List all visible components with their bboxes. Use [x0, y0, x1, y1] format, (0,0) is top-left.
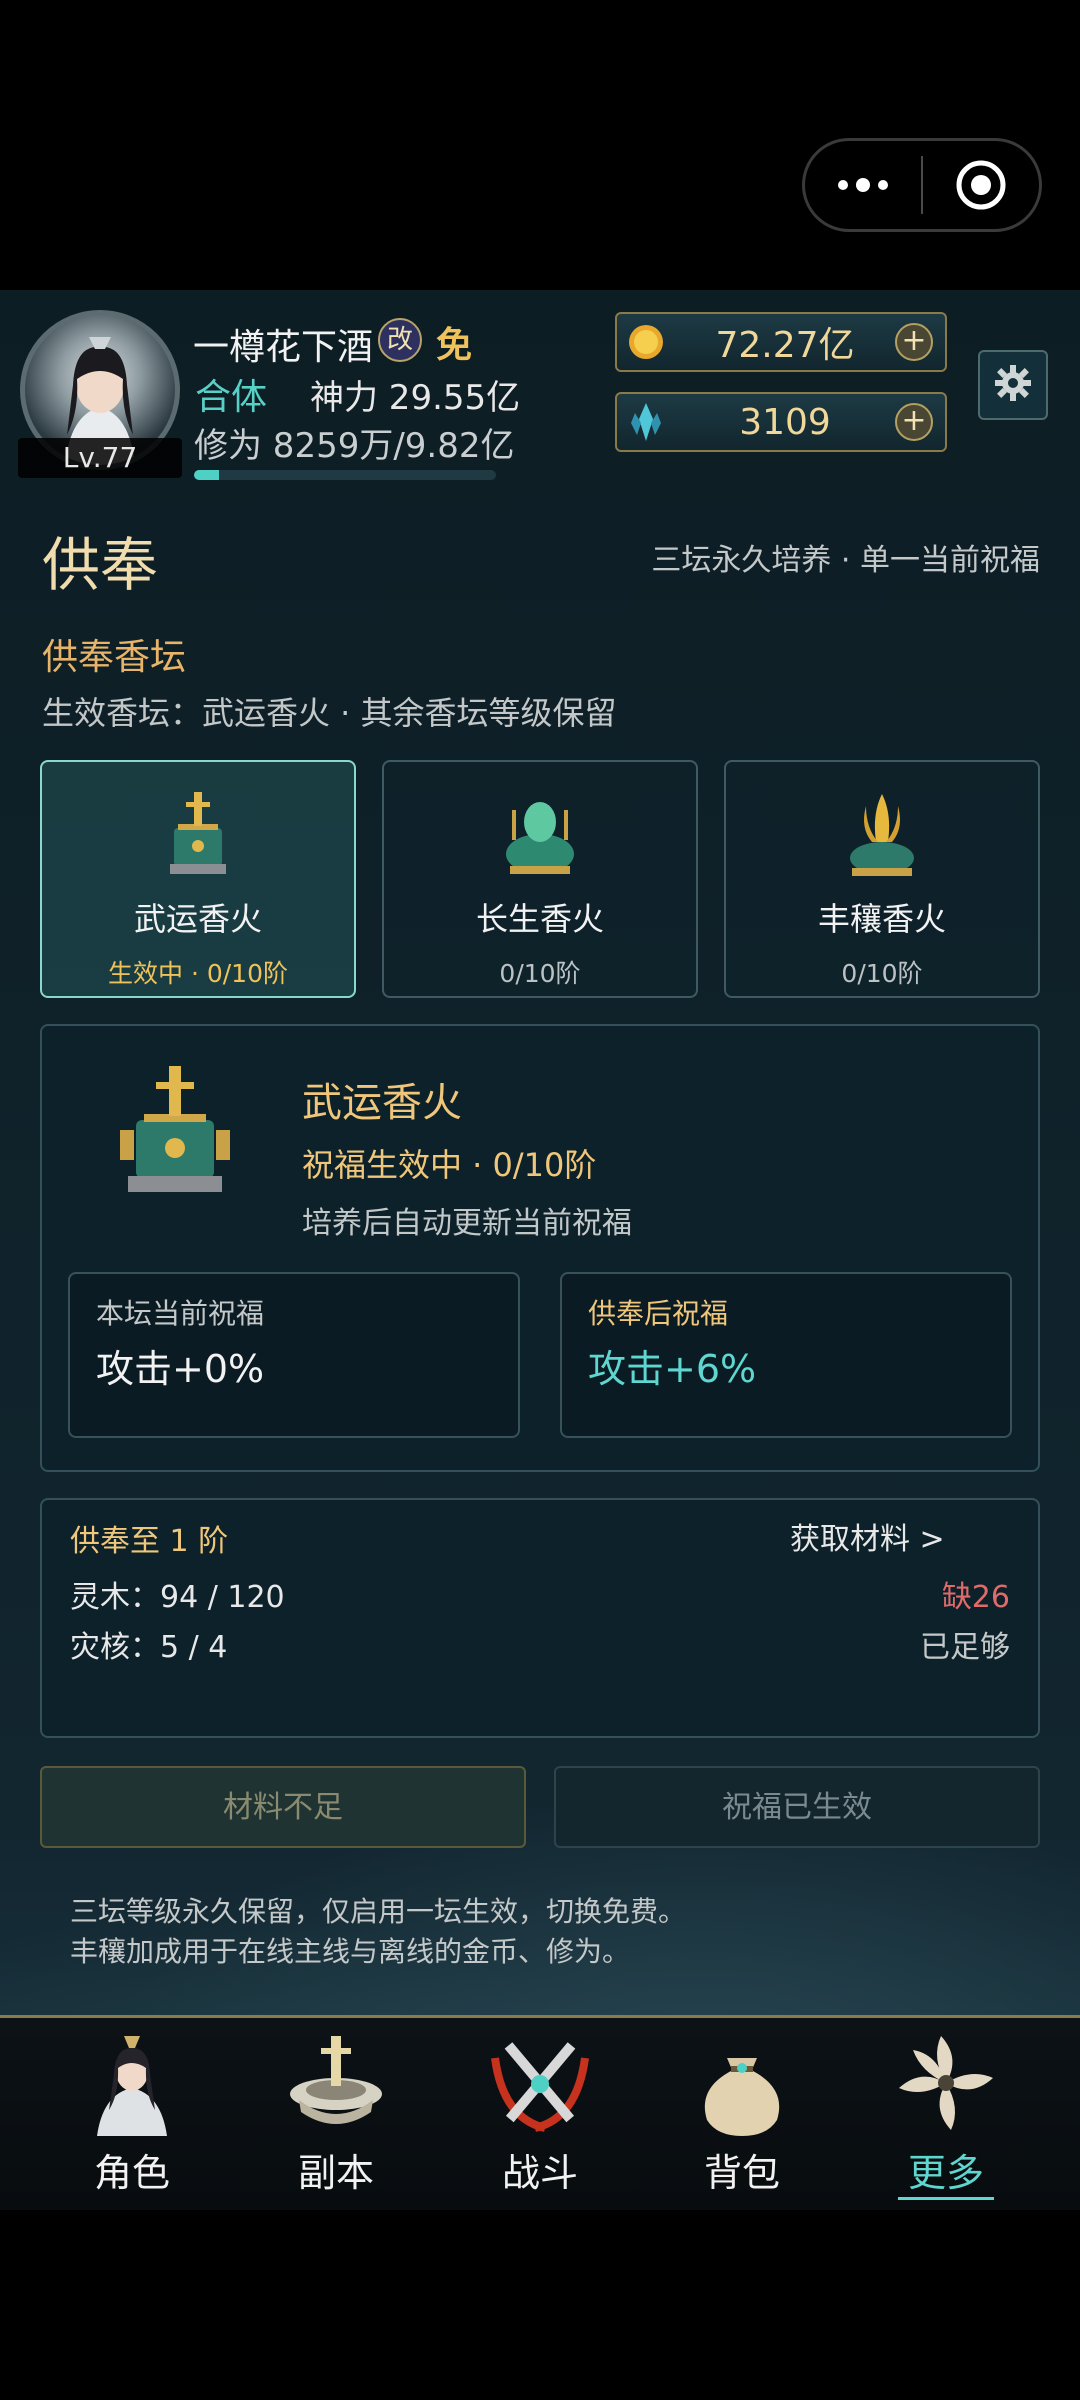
battle-icon [485, 2028, 595, 2138]
martial-censer-large-icon [110, 1060, 240, 1210]
longevity-censer-icon [490, 784, 590, 884]
player-level: Lv.77 [18, 438, 182, 478]
altar-card-martial[interactable]: 武运香火 生效中 · 0/10阶 [40, 760, 356, 998]
crystal-icon [617, 401, 675, 443]
footnote-line-1: 三坛等级永久保留，仅启用一坛生效，切换免费。 [70, 1895, 687, 1928]
harvest-censer-icon [832, 784, 932, 884]
after-blessing-box: 供奉后祝福 攻击+6% [560, 1272, 1012, 1438]
player-cultivation: 修为 8259万/9.82亿 [194, 426, 515, 466]
current-blessing-value: 攻击+0% [96, 1347, 265, 1391]
player-name: 一樽花下酒 [193, 327, 374, 368]
material-label: 灵木： [70, 1580, 160, 1615]
game-screen: Lv.77 一樽花下酒 改 免 合体 神力 29.55亿 修为 8259万/9.… [0, 290, 1080, 2210]
nav-label: 背包 [703, 2151, 780, 2195]
altar-name: 丰穰香火 [817, 900, 946, 938]
add-gold-button[interactable]: + [895, 323, 933, 361]
material-row-wood: 灵木：94 / 120 [70, 1572, 285, 1616]
settings-button[interactable] [978, 350, 1048, 420]
player-realm: 合体 [195, 377, 268, 418]
gold-resource: 72.27亿 + [615, 312, 947, 372]
detail-altar-status: 祝福生效中 · 0/10阶 [302, 1146, 597, 1184]
nav-label: 副本 [297, 2151, 374, 2195]
section-title: 供奉香坛 [42, 637, 187, 678]
after-blessing-label: 供奉后祝福 [588, 1297, 729, 1330]
nav-label: 更多 [846, 2142, 1046, 2200]
after-blessing-value: 攻击+6% [588, 1347, 757, 1391]
dungeon-icon [281, 2028, 391, 2138]
altar-card-longevity[interactable]: 长生香火 0/10阶 [382, 760, 698, 998]
effective-altar-text: 生效香坛：武运香火 · 其余香坛等级保留 [42, 694, 617, 732]
material-row-core: 灾核：5 / 4 [70, 1622, 227, 1666]
character-icon [77, 2028, 187, 2138]
material-count: 94 / 120 [160, 1580, 285, 1615]
altar-name: 长生香火 [475, 900, 604, 938]
free-badge: 免 [436, 325, 473, 366]
status-bar [0, 0, 1080, 290]
gold-coin-icon [617, 323, 675, 361]
altar-status: 生效中 · 0/10阶 [108, 959, 288, 988]
footnote-line-2: 丰穰加成用于在线主线与离线的金币、修为。 [70, 1935, 631, 1968]
nav-battle[interactable]: 战斗 [440, 2028, 640, 2197]
material-status-wood: 缺26 [941, 1580, 1010, 1615]
page-subtitle: 三坛永久培养 · 单一当前祝福 [651, 543, 1040, 578]
altar-status: 0/10阶 [499, 959, 581, 988]
bag-icon [687, 2028, 797, 2138]
current-blessing-box: 本坛当前祝福 攻击+0% [68, 1272, 520, 1438]
nav-label: 战斗 [501, 2151, 578, 2195]
target-icon[interactable] [923, 159, 1039, 211]
nav-label-text: 更多 [897, 2151, 994, 2200]
blessing-active-button[interactable]: 祝福已生效 [554, 1766, 1040, 1848]
mini-program-capsule [802, 138, 1042, 232]
detail-altar-note: 培养后自动更新当前祝福 [302, 1206, 632, 1241]
altar-name: 武运香火 [133, 900, 262, 938]
cultivation-progress-bar [194, 470, 496, 480]
material-status-core: 已足够 [920, 1630, 1010, 1665]
material-count: 5 / 4 [160, 1630, 228, 1665]
materials-title: 供奉至 1 阶 [70, 1524, 229, 1559]
nav-label: 角色 [93, 2151, 170, 2195]
nav-more[interactable]: 更多 [846, 2028, 1046, 2200]
system-bottom-bar [0, 2210, 1080, 2400]
martial-censer-icon [148, 784, 248, 884]
rename-badge[interactable]: 改 [378, 318, 422, 362]
altar-card-harvest[interactable]: 丰穰香火 0/10阶 [724, 760, 1040, 998]
current-blessing-label: 本坛当前祝福 [96, 1297, 265, 1330]
add-crystal-button[interactable]: + [895, 403, 933, 441]
more-dots-icon[interactable] [805, 178, 921, 192]
crystal-value: 3109 [739, 401, 831, 443]
nav-bag[interactable]: 背包 [642, 2028, 842, 2197]
player-power: 神力 29.55亿 [310, 378, 521, 418]
offer-button[interactable]: 材料不足 [40, 1766, 526, 1848]
crystal-resource: 3109 + [615, 392, 947, 452]
get-materials-link[interactable]: 获取材料 > [790, 1514, 945, 1558]
gold-value: 72.27亿 [715, 325, 855, 366]
cultivation-progress-fill [194, 470, 220, 480]
detail-altar-name: 武运香火 [302, 1080, 462, 1126]
material-label: 灾核： [70, 1630, 160, 1665]
more-icon [891, 2028, 1001, 2138]
altar-status: 0/10阶 [841, 959, 923, 988]
nav-dungeon[interactable]: 副本 [236, 2028, 436, 2197]
page-title: 供奉 [42, 531, 159, 599]
nav-character[interactable]: 角色 [32, 2028, 232, 2197]
gear-icon [993, 363, 1033, 407]
